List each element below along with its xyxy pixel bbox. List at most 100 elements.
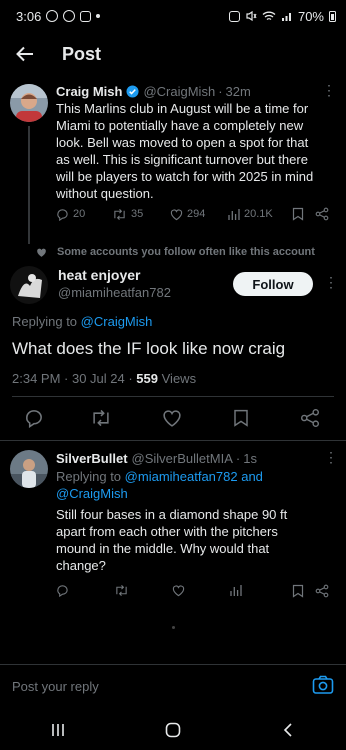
top-bar: Post [0, 32, 346, 76]
tweet-line: Miami to potentially have a completely n… [56, 118, 304, 133]
views-count: 559 [136, 371, 158, 386]
nfc-icon [228, 10, 240, 22]
main-tweet-header: Craig Mish @CraigMish · 32m [56, 84, 251, 99]
tweet-line: as well. This is significant turnover bu… [56, 152, 308, 167]
replying-to-prefix: Replying to [12, 314, 78, 329]
reply-tweet-text: Still four bases in a diamond shape 90 f… [56, 506, 341, 574]
reply-icon [57, 208, 68, 221]
reply-icon[interactable] [24, 408, 44, 428]
bookmark-icon[interactable] [292, 207, 304, 221]
battery-percent: 70% [297, 8, 324, 24]
reply-tweet-actions [56, 584, 336, 600]
focused-tweet-actions [0, 406, 346, 430]
replying-to-link[interactable]: @miamiheatfan782 and [125, 469, 263, 484]
author-name[interactable]: Craig Mish [56, 84, 122, 99]
tweet-line: mound in the middle. Why would that [56, 541, 270, 556]
wifi-icon [262, 11, 276, 21]
reply-placeholder: Post your reply [12, 678, 99, 694]
camera-notification-icon [63, 10, 76, 22]
replying-to-link[interactable]: @CraigMish [81, 314, 153, 329]
focused-author-name[interactable]: heat enjoyer [58, 267, 140, 283]
author-name[interactable]: SilverBullet [56, 451, 128, 466]
avatar-heat-enjoyer[interactable] [10, 266, 48, 304]
views-label: Views [161, 371, 197, 386]
share-icon[interactable] [315, 584, 329, 598]
repost-button[interactable]: 35 [112, 208, 143, 221]
reply-tweet-header: SilverBullet @SilverBulletMIA · 1s [56, 451, 257, 466]
social-context: Some accounts you follow often like this… [36, 246, 315, 258]
more-options-icon[interactable]: ⋮ [324, 274, 338, 291]
heart-filled-icon [37, 248, 46, 257]
more-options-icon[interactable]: ⋮ [322, 82, 336, 99]
tweet-line: This Marlins club in August will be a ti… [56, 101, 309, 116]
battery-icon [329, 10, 336, 22]
tweet-line: Still four bases in a diamond shape 90 f… [56, 507, 288, 522]
like-count: 294 [187, 208, 206, 220]
share-icon[interactable] [300, 408, 320, 428]
heart-icon [170, 209, 183, 220]
tweet-line: look. Bell was moved to open a spot for … [56, 135, 309, 150]
author-handle[interactable]: @CraigMish [143, 84, 215, 99]
instagram-notification-icon [46, 10, 59, 22]
view-count: 20.1K [244, 208, 273, 220]
heart-icon[interactable] [162, 408, 182, 428]
views-button[interactable]: 20.1K [228, 208, 273, 221]
more-notifications-dot-icon [96, 14, 101, 18]
more-options-icon[interactable]: ⋮ [324, 449, 338, 466]
post-time: 1s [243, 451, 257, 466]
camera-icon[interactable] [312, 675, 334, 695]
reply-icon[interactable] [56, 584, 69, 597]
divider [0, 664, 346, 665]
bookmark-icon[interactable] [233, 408, 249, 428]
divider [12, 396, 334, 397]
status-time: 3:06 [16, 8, 42, 24]
separator: · [218, 84, 223, 99]
social-context-text: Some accounts you follow often like this… [57, 246, 315, 258]
repost-icon[interactable] [90, 408, 112, 428]
home-icon[interactable] [165, 722, 181, 738]
tweet-line: will be players to watch for with 2025 i… [56, 169, 314, 184]
back-nav-icon[interactable] [280, 722, 296, 738]
messenger-notification-icon [80, 10, 92, 22]
tweet-line: apart from each other with the pitchers [56, 524, 278, 539]
avatar-craig-mish[interactable] [10, 84, 48, 122]
repost-count: 35 [131, 208, 144, 220]
separator: · [235, 451, 241, 466]
heart-icon[interactable] [172, 584, 185, 597]
repost-icon[interactable] [114, 584, 129, 597]
replying-to-link[interactable]: @CraigMish [56, 485, 341, 502]
back-button[interactable] [10, 39, 40, 69]
thread-line [28, 126, 30, 244]
author-handle[interactable]: @SilverBulletMIA [132, 451, 233, 466]
replying-to-prefix: Replying to [56, 469, 122, 484]
signal-icon [281, 13, 291, 21]
focused-tweet-text: What does the IF look like now craig [12, 339, 286, 358]
tweet-line: change? [56, 558, 106, 573]
share-icon[interactable] [315, 207, 329, 221]
views-chart-icon[interactable] [230, 584, 242, 597]
avatar-silverbullet[interactable] [10, 450, 48, 488]
post-time: 32m [225, 84, 251, 99]
focused-author-handle[interactable]: @miamiheatfan782 [58, 285, 171, 300]
divider [0, 440, 346, 441]
post-timestamp: 2:34 PM · 30 Jul 24 · [12, 371, 133, 386]
arrow-left-icon [16, 46, 33, 62]
status-bar: 3:06 70% [0, 0, 346, 32]
reply-input[interactable]: Post your reply [0, 668, 346, 704]
system-nav-bar [0, 710, 346, 750]
page-title: Post [62, 43, 102, 64]
like-button[interactable]: 294 [170, 208, 205, 221]
reply-button[interactable]: 20 [56, 208, 85, 221]
repost-icon [114, 208, 125, 220]
recent-apps-icon[interactable] [50, 722, 66, 738]
follow-button[interactable]: Follow [233, 272, 313, 296]
reply-count: 20 [73, 208, 86, 220]
bookmark-icon[interactable] [292, 584, 304, 598]
main-tweet-text: This Marlins club in August will be a ti… [56, 100, 341, 202]
reply-replying-to: Replying to @miamiheatfan782 and @CraigM… [56, 468, 341, 502]
verified-badge-icon [126, 85, 140, 98]
replying-to-line: Replying to @CraigMish [12, 314, 152, 329]
mute-icon [246, 10, 257, 22]
views-chart-icon [228, 208, 240, 220]
tweet-line: without question. [56, 186, 154, 201]
